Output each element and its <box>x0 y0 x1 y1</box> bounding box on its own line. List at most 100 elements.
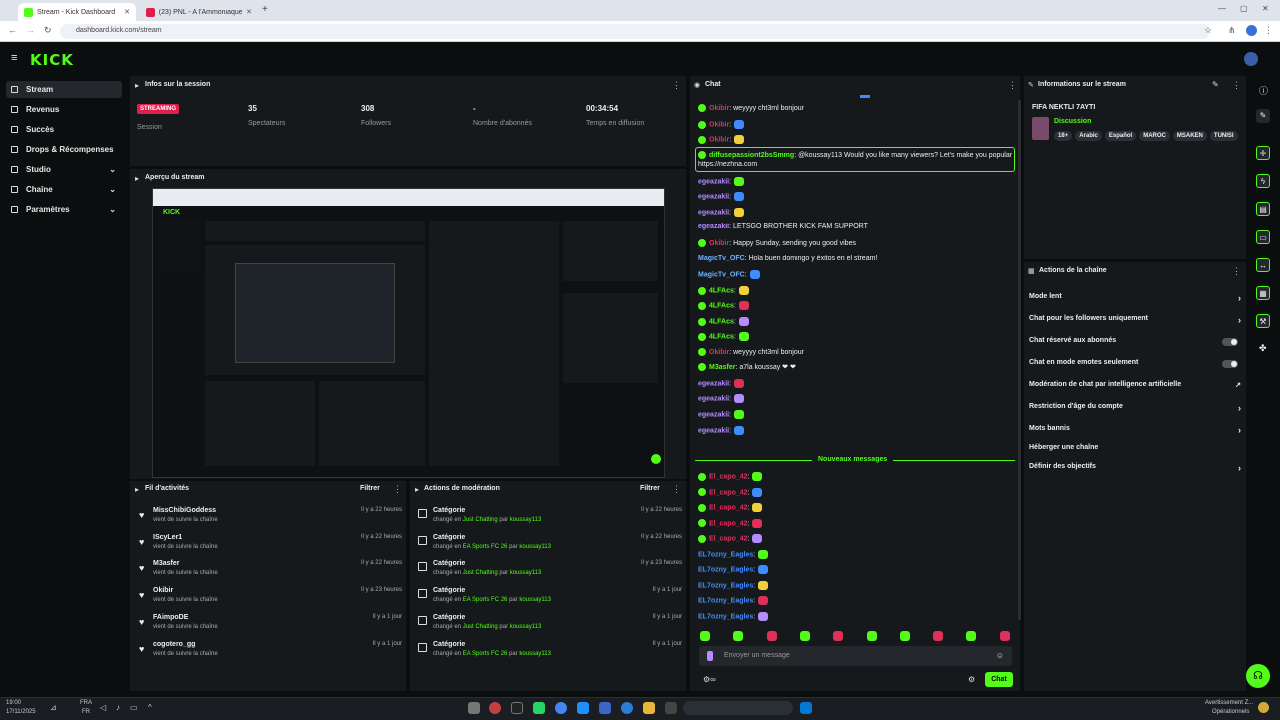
new-tab-icon[interactable]: + <box>262 4 268 15</box>
mod-user[interactable]: koussay113 <box>519 544 551 550</box>
profile-avatar[interactable] <box>1246 25 1257 36</box>
channel-action-item[interactable]: Mots bannis › <box>1029 425 1241 439</box>
sidebar-item-revenus[interactable]: Revenus <box>6 101 122 118</box>
chat-username[interactable]: egeazakii <box>698 395 729 402</box>
rail-button-2[interactable]: ϟ <box>1256 174 1270 188</box>
follower-name[interactable]: M3asfer <box>153 560 179 567</box>
kick-logo[interactable]: KICK <box>30 51 74 69</box>
taskbar-app-icon[interactable] <box>599 702 611 714</box>
chat-username[interactable]: 4LFAcs <box>709 287 734 294</box>
notification-icon[interactable] <box>1258 702 1269 713</box>
rail-edit-button[interactable]: ✎ <box>1256 109 1270 123</box>
follower-name[interactable]: MissChibiGoddess <box>153 507 216 514</box>
channel-action-item[interactable]: Mode lent › <box>1029 293 1241 307</box>
close-tab-icon[interactable]: ✕ <box>124 8 130 16</box>
chat-username[interactable]: 4LFAcs <box>709 318 734 325</box>
chat-username[interactable]: egeazakii <box>698 223 729 230</box>
chat-username[interactable]: El_capo_42 <box>709 489 748 496</box>
taskbar-settings-icon[interactable] <box>468 702 480 714</box>
emote-icon[interactable] <box>933 631 944 641</box>
chat-username[interactable]: 4LFAcs <box>709 333 734 340</box>
chat-username[interactable]: egeazakii <box>698 380 729 387</box>
send-chat-button[interactable]: Chat <box>985 672 1013 687</box>
chat-username[interactable]: El_capo_42 <box>709 520 748 527</box>
browser-menu-icon[interactable]: ⋮ <box>1264 25 1273 36</box>
channel-action-item[interactable]: Chat réservé aux abonnés <box>1029 337 1241 351</box>
chat-username[interactable]: MagicTv_OFC <box>698 255 745 262</box>
browser-tab-active[interactable]: Stream - Kick Dashboard ✕ <box>18 3 136 21</box>
mod-value[interactable]: Just Chatting <box>463 624 498 630</box>
volume-icon[interactable]: ◁ <box>100 703 106 712</box>
chat-username[interactable]: 4LFAcs <box>709 302 734 309</box>
rail-button-4[interactable]: ▭ <box>1256 230 1270 244</box>
follower-name[interactable]: FAimpoDE <box>153 614 188 621</box>
mod-user[interactable]: koussay113 <box>510 624 542 630</box>
mod-value[interactable]: EA Sports FC 26 <box>463 651 508 657</box>
close-tab-icon[interactable]: ✕ <box>246 8 252 16</box>
chat-username[interactable]: egeazakii <box>698 411 729 418</box>
chat-settings-icon[interactable]: ⚙ <box>968 675 975 684</box>
reload-icon[interactable]: ↻ <box>44 25 52 36</box>
mic-icon[interactable]: ♪ <box>116 703 120 712</box>
battery-icon[interactable]: ▭ <box>130 703 138 712</box>
emote-icon[interactable] <box>700 631 710 641</box>
sidebar-item-succes[interactable]: Succès <box>6 121 122 138</box>
hamburger-menu-icon[interactable]: ≡ <box>11 52 17 64</box>
forward-icon[interactable]: → <box>26 25 35 35</box>
window-close-icon[interactable]: ✕ <box>1262 4 1269 13</box>
channel-action-item[interactable]: Restriction d'âge du compte › <box>1029 403 1241 417</box>
chat-username[interactable]: egeazakii <box>698 178 729 185</box>
toggle-switch[interactable] <box>1222 360 1238 368</box>
chat-username[interactable]: egeazakii <box>698 193 729 200</box>
chat-username[interactable]: EL7ozny_Eagles <box>698 613 753 620</box>
chat-username[interactable]: El_capo_42 <box>709 535 748 542</box>
list-item[interactable]: ♥ cogotero_gg vient de suivre la chaîne Il … <box>136 641 402 667</box>
taskbar-search[interactable] <box>683 701 793 715</box>
chat-username[interactable]: Okibir <box>709 136 729 143</box>
stream-category[interactable]: Discussion <box>1054 118 1091 125</box>
back-icon[interactable]: ← <box>8 25 17 35</box>
mod-value[interactable]: Just Chatting <box>463 570 498 576</box>
taskbar-chrome-icon[interactable] <box>555 702 567 714</box>
chat-username[interactable]: M3asfer <box>709 364 735 371</box>
chat-scrollbar[interactable] <box>1018 100 1021 620</box>
minimize-icon[interactable]: — <box>1218 4 1226 13</box>
follower-name[interactable]: IScyLer1 <box>153 534 182 541</box>
emote-icon[interactable] <box>966 631 977 641</box>
mod-value[interactable]: Just Chatting <box>463 517 498 523</box>
channel-action-item[interactable]: Chat pour les followers uniquement › <box>1029 315 1241 329</box>
stream-preview-video[interactable]: KICK <box>152 188 665 478</box>
emote-icon[interactable] <box>866 631 877 641</box>
rail-button-7[interactable]: ⚒ <box>1256 314 1270 328</box>
taskbar-whatsapp-icon[interactable] <box>533 702 545 714</box>
chat-username[interactable]: egeazakii <box>698 427 729 434</box>
rail-button-3[interactable]: ▤ <box>1256 202 1270 216</box>
taskbar-opera-icon[interactable] <box>489 702 501 714</box>
channel-action-item[interactable]: Chat en mode emotes seulement <box>1029 359 1241 373</box>
edit-icon[interactable]: ✎ <box>1212 80 1219 89</box>
maximize-icon[interactable]: ▢ <box>1240 4 1248 13</box>
mod-user[interactable]: koussay113 <box>519 597 551 603</box>
chat-username[interactable]: EL7ozny_Eagles <box>698 582 753 589</box>
windows-start-icon[interactable] <box>800 702 812 714</box>
emote-icon[interactable] <box>833 631 844 641</box>
rail-button-5[interactable]: ↔ <box>1256 258 1270 272</box>
rail-button-1[interactable]: ✛ <box>1256 146 1270 160</box>
chat-username[interactable]: diffusepassiont2bsSmmg <box>709 152 794 159</box>
taskbar-lang[interactable]: FRA <box>80 700 92 706</box>
moderation-filter-button[interactable]: Filtrer <box>640 485 660 492</box>
mod-user[interactable]: koussay113 <box>510 517 542 523</box>
chat-username[interactable]: El_capo_42 <box>709 504 748 511</box>
channel-action-item[interactable]: Définir des objectifs › <box>1029 463 1241 477</box>
emote-icon[interactable] <box>766 631 777 641</box>
mod-user[interactable]: koussay113 <box>519 651 551 657</box>
chat-username[interactable]: Okibir <box>709 349 729 356</box>
emote-icon[interactable] <box>899 631 910 641</box>
taskbar-edge-icon[interactable] <box>621 702 633 714</box>
emote-icon[interactable] <box>733 631 744 641</box>
chat-username[interactable]: EL7ozny_Eagles <box>698 597 753 604</box>
chat-input[interactable]: Envoyer un message ☺ <box>699 646 1012 666</box>
browser-tab-youtube[interactable]: (23) PNL - A l'Ammoniaque [C... ✕ <box>140 3 258 21</box>
user-avatar[interactable] <box>1244 52 1258 66</box>
chat-username[interactable]: MagicTv_OFC <box>698 271 745 278</box>
